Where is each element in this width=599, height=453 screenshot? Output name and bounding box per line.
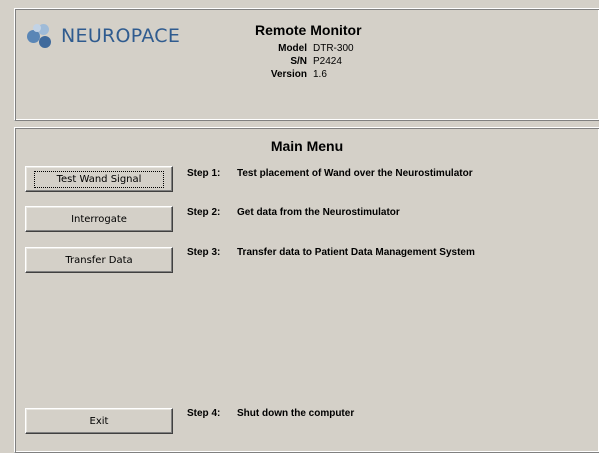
step-4-description: Shut down the computer — [237, 408, 355, 419]
exit-label: Exit — [89, 415, 109, 427]
step-1-description: Test placement of Wand over the Neurosti… — [237, 168, 473, 179]
sn-label: S/N — [290, 56, 307, 67]
sn-value: P2424 — [313, 56, 342, 67]
step-2-description: Get data from the Neurostimulator — [237, 207, 400, 218]
model-value: DTR-300 — [313, 43, 354, 54]
header-panel: NEUROPACE Remote Monitor Model DTR-300 S… — [14, 8, 599, 121]
interrogate-button[interactable]: Interrogate — [25, 206, 173, 232]
exit-button[interactable]: Exit — [25, 408, 173, 434]
step-4-label: Step 4: — [187, 408, 221, 419]
main-menu-panel: Main Menu Test Wand Signal Step 1: Test … — [14, 127, 599, 453]
test-wand-signal-label: Test Wand Signal — [33, 170, 165, 188]
main-menu-title: Main Menu — [270, 138, 344, 154]
app-title: Remote Monitor — [255, 22, 362, 38]
model-label: Model — [278, 43, 307, 54]
version-value: 1.6 — [313, 69, 327, 80]
test-wand-signal-button[interactable]: Test Wand Signal — [25, 166, 173, 192]
step-2-label: Step 2: — [187, 207, 221, 218]
transfer-data-button[interactable]: Transfer Data — [25, 247, 173, 273]
step-3-label: Step 3: — [187, 247, 221, 258]
step-1-label: Step 1: — [187, 168, 221, 179]
version-label: Version — [270, 69, 307, 80]
transfer-data-label: Transfer Data — [65, 254, 133, 266]
interrogate-label: Interrogate — [71, 213, 127, 225]
step-3-description: Transfer data to Patient Data Management… — [237, 247, 475, 258]
device-info: Model DTR-300 S/N P2424 Version 1.6 — [15, 43, 599, 93]
